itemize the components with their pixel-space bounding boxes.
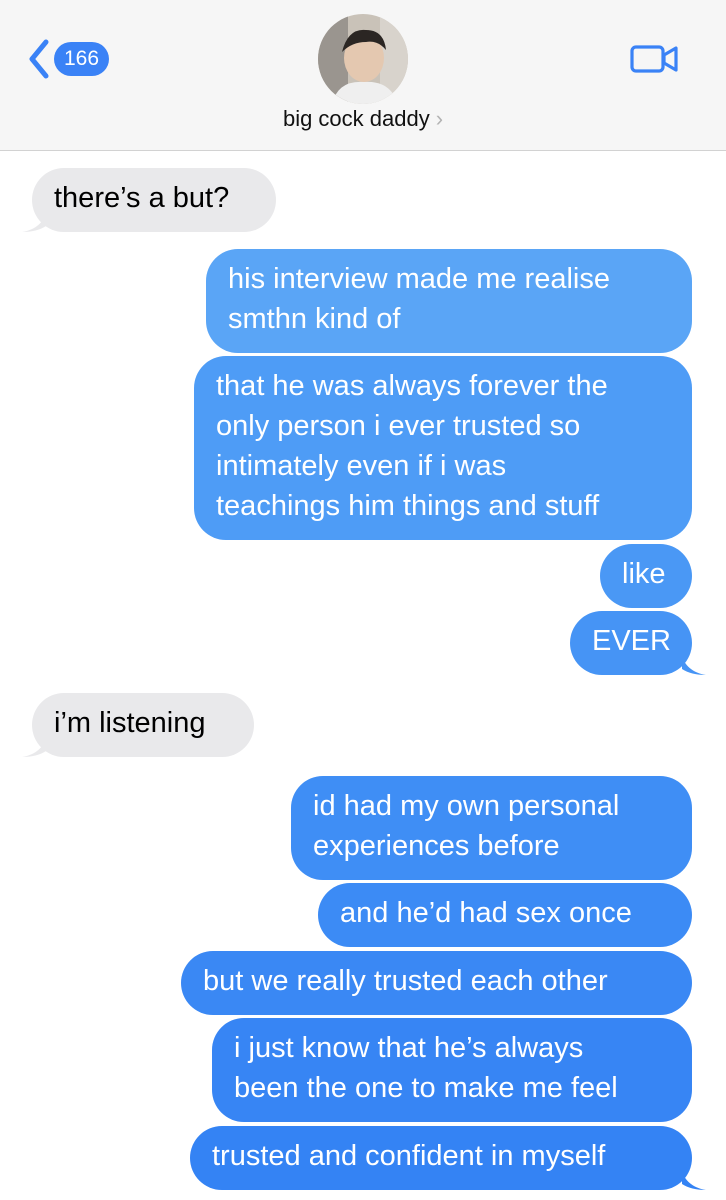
message-line: intimately even if i was (216, 450, 507, 482)
message-line: and he’d had sex once (340, 897, 632, 929)
message-line: smthn kind of (228, 303, 401, 335)
message-line: been the one to make me feel (234, 1072, 618, 1104)
bubble-tail (22, 739, 46, 757)
message-line: there’s a but? (54, 182, 230, 214)
message-line: EVER (592, 625, 671, 657)
message-line: id had my own personal (313, 790, 620, 822)
message-bubble-outgoing[interactable]: trusted and confident in myself (190, 1126, 692, 1190)
avatar-photo (318, 14, 408, 104)
message-bubble-outgoing[interactable]: EVER (570, 611, 692, 675)
back-button[interactable]: 166 (28, 38, 118, 80)
message-bubble-incoming[interactable]: i’m listening (32, 693, 254, 757)
message-line: but we really trusted each other (203, 965, 608, 997)
message-bubble-outgoing[interactable]: that he was always forever the only pers… (194, 356, 692, 540)
message-line: experiences before (313, 830, 560, 862)
bubble-tail (682, 1172, 706, 1190)
message-bubble-incoming[interactable]: there’s a but? (32, 168, 276, 232)
unread-count-badge: 166 (54, 42, 110, 76)
message-line: like (622, 558, 666, 590)
message-bubble-outgoing[interactable]: like (600, 544, 692, 608)
conversation-header: 166 big cock daddy › (0, 0, 726, 151)
message-line: that he was always forever the (216, 370, 608, 402)
contact-name-button[interactable]: big cock daddy › (0, 106, 726, 132)
message-line: i just know that he’s always (234, 1032, 584, 1064)
chevron-left-icon (29, 39, 49, 79)
message-bubble-outgoing[interactable]: i just know that he’s always been the on… (212, 1018, 692, 1122)
message-bubble-outgoing[interactable]: his interview made me realise smthn kind… (206, 249, 692, 353)
message-line: only person i ever trusted so (216, 410, 581, 442)
chevron-right-icon: › (435, 106, 444, 131)
message-bubble-outgoing[interactable]: id had my own personal experiences befor… (291, 776, 692, 880)
message-line: his interview made me realise (228, 263, 610, 295)
contact-name: big cock daddy (282, 106, 430, 131)
video-camera-icon (630, 45, 678, 73)
bubble-tail (682, 657, 706, 675)
message-bubble-outgoing[interactable]: but we really trusted each other (181, 951, 692, 1015)
facetime-video-button[interactable] (630, 44, 680, 74)
contact-avatar[interactable] (318, 14, 408, 104)
message-bubble-outgoing[interactable]: and he’d had sex once (318, 883, 692, 947)
bubble-tail (22, 214, 46, 232)
message-line: i’m listening (54, 707, 206, 739)
message-line: teachings him things and stuff (216, 490, 600, 522)
message-line: trusted and confident in myself (212, 1140, 606, 1172)
